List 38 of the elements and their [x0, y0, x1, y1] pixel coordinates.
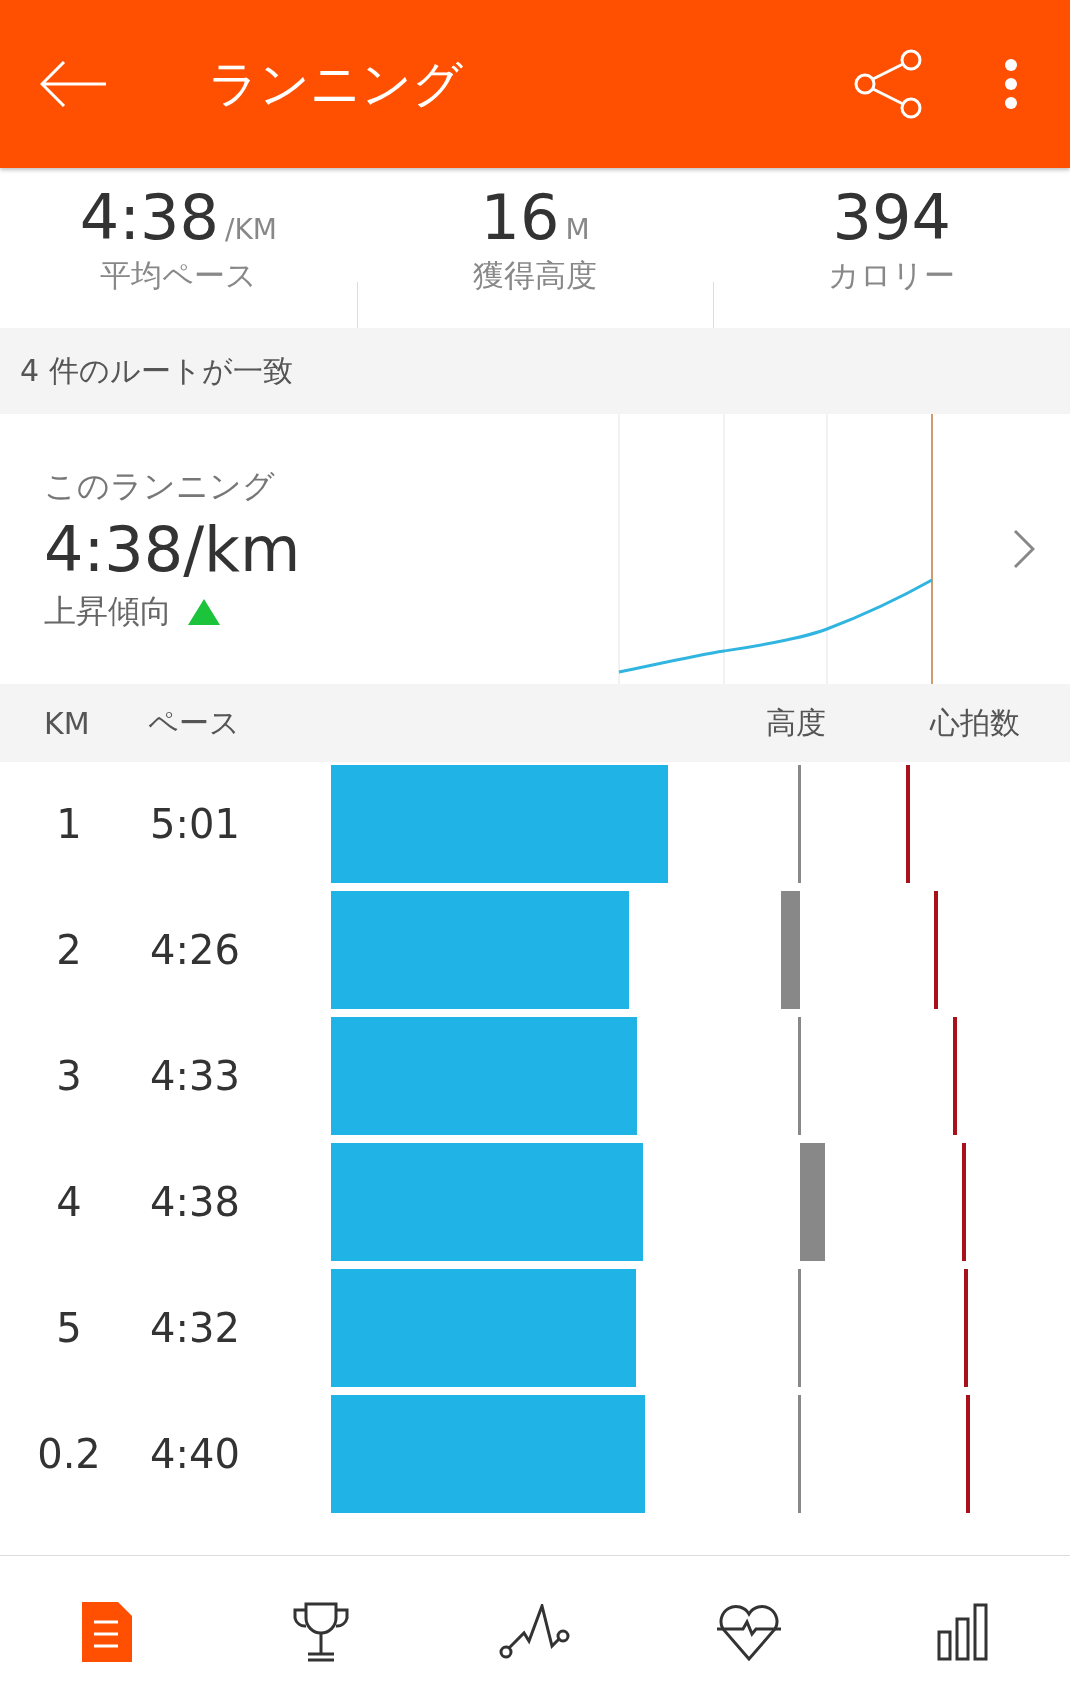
pace-cell: 4:32: [150, 1305, 240, 1351]
stat-label: 平均ペース: [99, 256, 257, 296]
pace-cell: 4:33: [150, 1053, 240, 1099]
stat-unit: /KM: [224, 213, 277, 246]
km-cell: 0.2: [37, 1431, 101, 1477]
stat-value: 4:38: [79, 182, 219, 254]
pace-value: 4:38/km: [44, 512, 302, 586]
km-cell: 3: [56, 1053, 82, 1099]
chevron-right-icon[interactable]: [1013, 529, 1035, 569]
comparison-label: このランニング: [44, 465, 276, 507]
bar-chart-icon: [937, 1602, 989, 1661]
pace-cell: 4:38: [150, 1179, 240, 1225]
km-cell: 1: [56, 801, 82, 847]
stat-value: 394: [832, 182, 951, 254]
trophy-icon: [292, 1601, 350, 1662]
back-arrow-icon[interactable]: [40, 61, 106, 107]
route-icon: [499, 1603, 571, 1660]
document-icon: [82, 1601, 132, 1662]
stat-label: カロリー: [828, 256, 956, 296]
stat-label: 獲得高度: [473, 256, 597, 296]
up-triangle-icon: [188, 598, 220, 625]
column-header: 心拍数: [930, 703, 1020, 742]
trend-label: 上昇傾向: [44, 590, 172, 632]
share-icon[interactable]: [853, 48, 923, 120]
pace-cell: 4:40: [150, 1431, 240, 1477]
route-match-label: 4 件のルートが一致: [20, 351, 293, 390]
km-cell: 4: [56, 1179, 82, 1225]
column-header: KM: [44, 705, 90, 741]
column-header: ペース: [148, 703, 240, 742]
stat-unit: M: [565, 213, 590, 246]
stat-value: 16: [480, 182, 560, 254]
km-cell: 2: [56, 927, 82, 973]
page-title: ランニング: [208, 53, 464, 115]
km-cell: 5: [56, 1305, 82, 1351]
pace-cell: 4:26: [150, 927, 240, 973]
more-menu-icon[interactable]: [1003, 58, 1019, 110]
column-header: 高度: [766, 703, 826, 742]
pace-cell: 5:01: [150, 801, 240, 847]
